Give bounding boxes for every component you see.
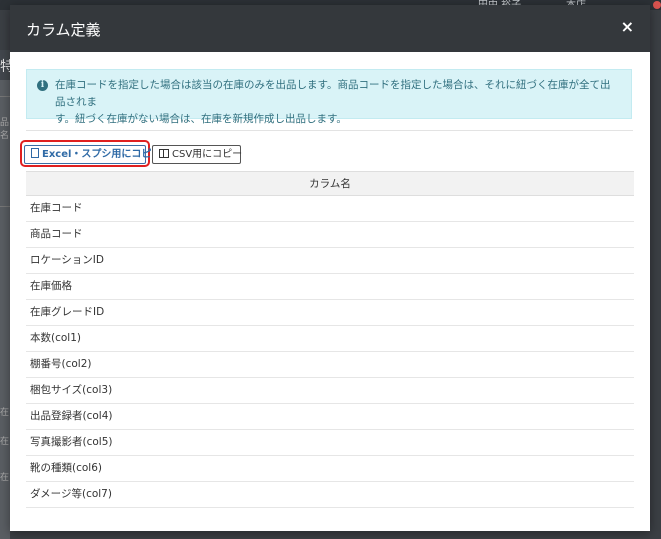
column-definition-modal: カラム定義 × i 在庫コードを指定した場合は該当の在庫のみを出品します。商品コ…: [10, 5, 650, 531]
table-row: 梱包サイズ(col3): [26, 378, 634, 404]
table-row: 靴の種類(col6): [26, 456, 634, 482]
table-header: カラム名: [26, 171, 634, 196]
notification-badge-icon: [653, 1, 661, 9]
background-left-text: 在: [0, 408, 10, 418]
info-alert: i 在庫コードを指定した場合は該当の在庫のみを出品します。商品コードを指定した場…: [26, 69, 632, 125]
table-row: ロケーションID: [26, 248, 634, 274]
copy-for-excel-label: Excel・スプシ用にコピー: [42, 149, 162, 160]
table-row: 写真撮影者(col5): [26, 430, 634, 456]
table-row: 在庫コード: [26, 196, 634, 222]
background-divider: [0, 96, 10, 97]
background-left-text: 在: [0, 437, 10, 447]
background-divider: [0, 206, 10, 207]
excel-file-icon: [31, 148, 39, 158]
table-row: ダメージ等(col7): [26, 482, 634, 508]
close-icon[interactable]: ×: [621, 17, 634, 36]
table-icon: [159, 149, 169, 158]
background-left-text: 在: [0, 473, 10, 483]
table-row: 棚番号(col2): [26, 352, 634, 378]
table-row: 在庫グレードID: [26, 300, 634, 326]
info-circle-icon: i: [37, 80, 48, 91]
copy-for-csv-button[interactable]: CSV用にコピー: [152, 145, 243, 164]
background-left-label: 品名: [0, 118, 10, 141]
copy-for-excel-button[interactable]: Excel・スプシ用にコピー: [24, 145, 161, 164]
column-table: カラム名 在庫コード 商品コード ロケーションID 在庫価格 在庫グレードID …: [26, 171, 634, 508]
info-text-line-1: 在庫コードを指定した場合は該当の在庫のみを出品します。商品コードを指定した場合は…: [55, 79, 611, 108]
background-left-title: 特: [0, 59, 10, 75]
modal-title: カラム定義: [26, 21, 101, 39]
background-right-panel: [650, 50, 661, 539]
modal-header: カラム定義 ×: [10, 5, 650, 52]
table-row: 在庫価格: [26, 274, 634, 300]
table-row: 出品登録者(col4): [26, 404, 634, 430]
divider: [26, 130, 633, 131]
info-text-line-2: す。紐づく在庫がない場合は、在庫を新規作成し出品します。: [55, 113, 347, 125]
table-row: 本数(col1): [26, 326, 634, 352]
copy-for-csv-label: CSV用にコピー: [172, 149, 243, 160]
table-row: 商品コード: [26, 222, 634, 248]
